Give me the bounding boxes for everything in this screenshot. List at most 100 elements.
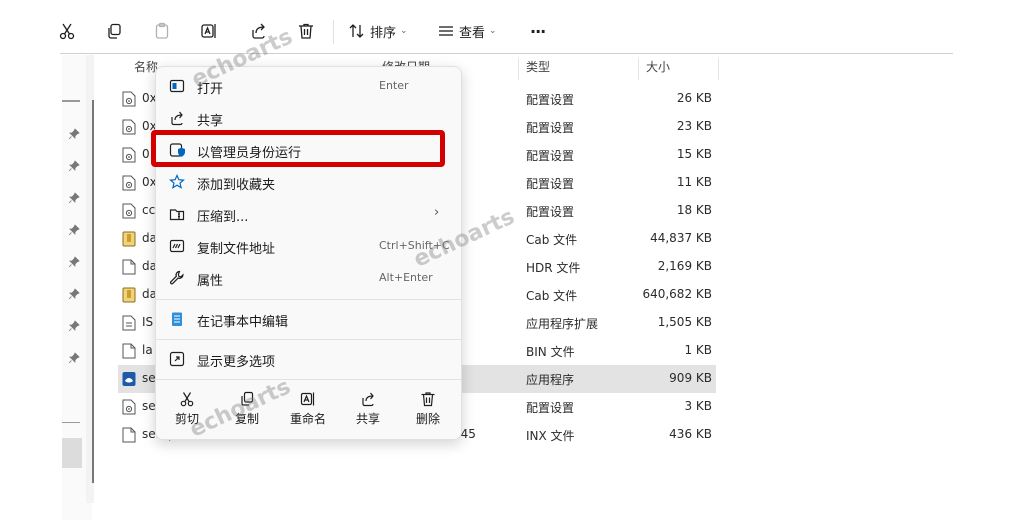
- share-icon: [362, 392, 374, 407]
- file-type: 配置设置: [526, 93, 575, 107]
- menu-item-shortcut: Enter: [379, 79, 409, 92]
- pin-icon[interactable]: [68, 192, 80, 204]
- file-type: 配置设置: [526, 149, 575, 163]
- setup-app-icon: [122, 371, 136, 387]
- menu-item-label: 在记事本中编辑: [197, 315, 289, 330]
- file-name: se: [142, 371, 156, 385]
- nav-divider: [62, 100, 80, 102]
- file-size: 11 KB: [676, 175, 712, 189]
- quick-action-label: 共享: [355, 412, 380, 426]
- pin-icon[interactable]: [68, 320, 80, 332]
- dll-file-icon: [122, 315, 136, 331]
- file-type: Cab 文件: [526, 289, 578, 303]
- view-button[interactable]: 查看 ⌄: [437, 18, 497, 44]
- wrench-icon: [169, 270, 184, 285]
- menu-item-add-favorites[interactable]: 添加到收藏夹: [156, 167, 461, 197]
- file-size: 3 KB: [684, 399, 712, 413]
- submenu-arrow-icon: ›: [434, 205, 440, 220]
- menu-item-shortcut: Alt+Enter: [379, 271, 433, 284]
- copy-toolbar-button[interactable]: [105, 18, 123, 44]
- menu-separator: [156, 339, 461, 340]
- file-type: 应用程序扩展: [526, 317, 599, 331]
- menu-item-label: 显示更多选项: [197, 355, 276, 370]
- pin-icon[interactable]: [68, 352, 80, 364]
- blank-file-icon: [122, 343, 136, 359]
- quick-action-share[interactable]: 共享: [343, 391, 393, 427]
- pin-icon[interactable]: [68, 128, 80, 140]
- menu-item-edit-notepad[interactable]: 在记事本中编辑: [156, 304, 461, 334]
- rename-toolbar-button[interactable]: [200, 18, 218, 44]
- zip-folder-icon: [169, 209, 185, 221]
- file-name: la: [142, 343, 153, 357]
- menu-item-properties[interactable]: 属性 Alt+Enter: [156, 263, 461, 293]
- file-size: 1 KB: [684, 343, 712, 357]
- pin-icon[interactable]: [68, 224, 80, 236]
- column-header-type[interactable]: 类型: [526, 58, 550, 80]
- rename-icon: [300, 392, 315, 406]
- file-size: 436 KB: [669, 427, 712, 441]
- nav-scrollbar-thumb[interactable]: [62, 438, 82, 468]
- more-options-icon: [169, 351, 185, 367]
- share-icon: [171, 111, 183, 126]
- toolbar-separator: [333, 20, 334, 44]
- open-icon: [169, 79, 185, 93]
- file-name: se: [142, 399, 156, 413]
- pin-icon[interactable]: [68, 160, 80, 172]
- sort-icon: [349, 24, 364, 38]
- menu-item-label: 添加到收藏夹: [197, 178, 276, 193]
- rename-icon: [201, 24, 216, 38]
- settings-file-icon: [122, 175, 136, 191]
- file-size: 909 KB: [669, 371, 712, 385]
- file-size: 15 KB: [676, 147, 712, 161]
- blank-file-icon: [122, 259, 136, 275]
- command-bar: 排序 ⌄ 查看 ⌄ ···: [0, 0, 1017, 56]
- sort-label: 排序: [370, 25, 397, 41]
- highlight-box-run-as-admin: [151, 130, 445, 167]
- column-divider[interactable]: [518, 58, 519, 80]
- file-size: 18 KB: [676, 203, 712, 217]
- copy-icon: [108, 23, 121, 39]
- quick-action-label: 重命名: [289, 412, 326, 426]
- file-type: 应用程序: [526, 373, 575, 387]
- view-list-icon: [439, 26, 453, 36]
- cut-icon: [180, 392, 194, 407]
- view-label: 查看: [459, 25, 486, 41]
- pin-icon[interactable]: [68, 256, 80, 268]
- settings-file-icon: [122, 399, 136, 415]
- quick-action-delete[interactable]: 删除: [403, 391, 453, 427]
- pin-icon[interactable]: [68, 288, 80, 300]
- column-header-size[interactable]: 大小: [646, 58, 670, 80]
- toolbar-divider: [60, 53, 953, 54]
- delete-icon: [299, 23, 313, 39]
- quick-action-label: 删除: [415, 412, 440, 426]
- file-size: 1,505 KB: [657, 315, 712, 329]
- menu-item-compress[interactable]: 压缩到... ›: [156, 199, 461, 229]
- settings-file-icon: [122, 203, 136, 219]
- menu-item-label: 共享: [197, 114, 224, 129]
- menu-item-label: 压缩到...: [197, 210, 249, 225]
- pane-splitter[interactable]: [92, 100, 94, 483]
- cut-toolbar-button[interactable]: [58, 18, 76, 44]
- file-type: 配置设置: [526, 121, 575, 135]
- menu-item-show-more-options[interactable]: 显示更多选项: [156, 344, 461, 374]
- sort-button[interactable]: 排序 ⌄: [348, 18, 408, 44]
- column-divider[interactable]: [638, 58, 639, 80]
- paste-toolbar-button[interactable]: [153, 18, 171, 44]
- file-size: 640,682 KB: [642, 287, 712, 301]
- nav-divider-bottom: [62, 422, 80, 423]
- column-divider[interactable]: [718, 58, 719, 80]
- more-button[interactable]: ···: [530, 18, 546, 44]
- cab-file-icon: [122, 287, 136, 303]
- cab-file-icon: [122, 231, 136, 247]
- copy-path-icon: [169, 239, 185, 253]
- notepad-icon: [172, 312, 182, 326]
- file-type: BIN 文件: [526, 345, 575, 359]
- file-size: 26 KB: [676, 91, 712, 105]
- file-name: cc: [142, 203, 156, 217]
- file-name: IS: [142, 315, 154, 329]
- file-type: 配置设置: [526, 177, 575, 191]
- star-icon: [169, 174, 185, 189]
- menu-item-share[interactable]: 共享: [156, 103, 461, 133]
- delete-toolbar-button[interactable]: [297, 18, 315, 44]
- settings-file-icon: [122, 147, 136, 163]
